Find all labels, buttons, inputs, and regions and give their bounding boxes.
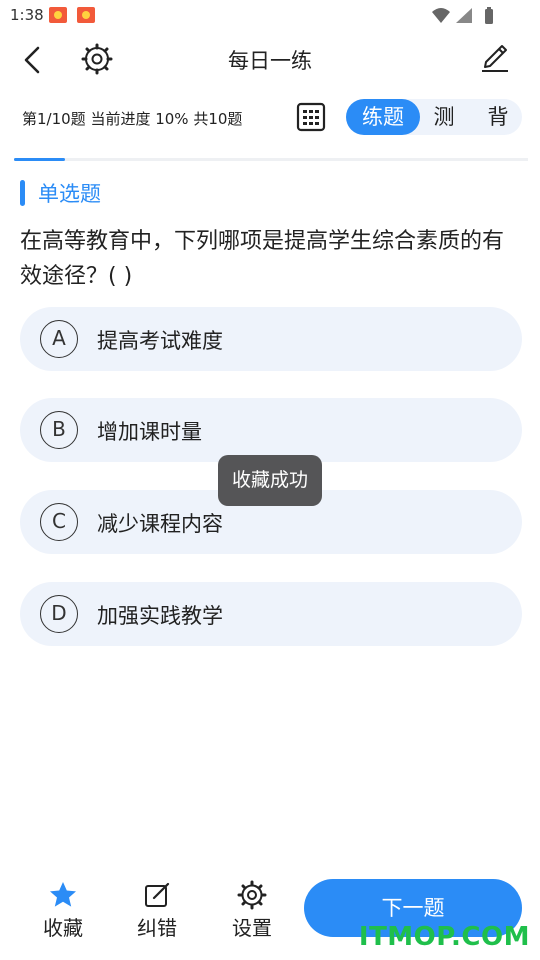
progress-track	[14, 158, 528, 161]
question-text: 在高等教育中，下列哪项是提高学生综合素质的有效途径？( )	[20, 229, 505, 289]
option-letter: C	[40, 503, 78, 541]
option-letter: B	[40, 411, 78, 449]
notification-game-icon	[77, 7, 95, 23]
report-error-label: 纠错	[137, 916, 177, 940]
option-d[interactable]: D 加强实践教学	[20, 582, 522, 646]
favorite-button[interactable]: 收藏	[28, 880, 98, 944]
star-icon	[50, 882, 76, 907]
mode-memorize-tab[interactable]: 背	[478, 99, 518, 135]
battery-icon	[485, 9, 493, 24]
gear-icon	[237, 880, 267, 910]
progress-fill	[14, 158, 66, 161]
app-screen: 1:38 每日一练 第1/10题 当前进度 10% 共10题 练题 测 背 单选…	[0, 0, 540, 960]
option-text: 减少课程内容	[97, 512, 223, 536]
answer-sheet-icon[interactable]	[296, 102, 326, 132]
question-type-bar	[20, 180, 25, 206]
question-type-label: 单选题	[38, 182, 101, 206]
option-text: 增加课时量	[97, 420, 202, 444]
page-title: 每日一练	[228, 49, 312, 73]
wifi-icon	[432, 8, 450, 23]
progress-row: 第1/10题 当前进度 10% 共10题 练题 测 背	[0, 94, 540, 140]
option-letter: D	[40, 595, 78, 633]
report-error-button[interactable]: 纠错	[122, 880, 192, 944]
watermark-logo: ITMOP.COM	[358, 922, 530, 952]
progress-text: 第1/10题 当前进度 10% 共10题	[22, 110, 243, 128]
option-text: 加强实践教学	[97, 604, 223, 628]
mode-test-tab[interactable]: 测	[424, 99, 464, 135]
settings-label: 设置	[232, 916, 272, 940]
settings-button[interactable]: 设置	[217, 880, 287, 944]
mode-toggle: 练题 测 背	[346, 99, 522, 135]
header: 每日一练	[0, 32, 540, 88]
option-b[interactable]: B 增加课时量	[20, 398, 522, 462]
edit-box-icon	[145, 882, 170, 907]
option-text: 提高考试难度	[97, 329, 223, 353]
status-time: 1:38	[10, 6, 44, 24]
status-indicators	[432, 7, 493, 24]
option-letter: A	[40, 320, 78, 358]
notification-game-icon	[49, 7, 67, 23]
signal-icon	[456, 8, 472, 23]
favorite-label: 收藏	[43, 916, 83, 940]
option-a[interactable]: A 提高考试难度	[20, 307, 522, 371]
toast-message: 收藏成功	[218, 455, 322, 506]
mode-practice-tab[interactable]: 练题	[346, 99, 420, 135]
status-bar: 1:38	[0, 0, 540, 32]
pencil-icon[interactable]	[478, 38, 512, 74]
